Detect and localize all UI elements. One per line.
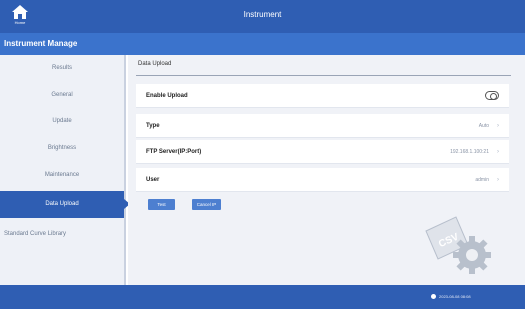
sidebar-item-update[interactable]: Update xyxy=(0,108,124,135)
enable-upload-label: Enable Upload xyxy=(146,92,188,99)
section-title: Instrument Manage xyxy=(4,39,78,48)
csv-gear-icon: CSV xyxy=(425,216,491,274)
ftp-server-value: 192.168.1.100:21 xyxy=(450,148,489,155)
app-title: Instrument xyxy=(243,10,282,19)
ftp-server-label: FTP Server(IP:Port) xyxy=(146,148,202,155)
chevron-right-icon: › xyxy=(497,176,499,183)
user-value: admin xyxy=(475,176,489,183)
enable-upload-row: Enable Upload xyxy=(136,84,509,108)
sidebar: Results General Update Brightness Mainte… xyxy=(0,55,130,285)
section-bar: Instrument Manage xyxy=(0,33,525,55)
sidebar-item-general[interactable]: General xyxy=(0,82,124,109)
status-dot-icon xyxy=(431,294,436,299)
user-label: User xyxy=(146,176,160,183)
top-bar: Home Instrument xyxy=(0,0,525,33)
chevron-right-icon: › xyxy=(497,122,499,129)
sidebar-item-data-upload[interactable]: Data Upload xyxy=(0,190,130,218)
user-row[interactable]: User admin › xyxy=(136,168,509,192)
home-label: Home xyxy=(14,20,26,25)
ftp-server-row[interactable]: FTP Server(IP:Port) 192.168.1.100:21 › xyxy=(136,140,509,164)
enable-upload-toggle[interactable] xyxy=(485,91,499,100)
main-panel: Data Upload Enable Upload Type Auto › FT… xyxy=(128,55,525,285)
panel-title: Data Upload xyxy=(138,61,172,67)
type-row[interactable]: Type Auto › xyxy=(136,114,509,138)
chevron-right-icon: › xyxy=(497,148,499,155)
sidebar-item-brightness[interactable]: Brightness xyxy=(0,135,124,162)
type-label: Type xyxy=(146,122,160,129)
type-value: Auto xyxy=(478,122,489,129)
sidebar-item-maintenance[interactable]: Maintenance xyxy=(0,161,124,188)
panel-divider xyxy=(136,75,511,76)
status-datetime: 2023-08-08 08:08 xyxy=(439,294,471,299)
sidebar-item-results[interactable]: Results xyxy=(0,55,124,82)
test-button[interactable]: Test xyxy=(148,199,175,210)
status-bar: 2023-08-08 08:08 xyxy=(0,285,525,309)
sidebar-item-standard-curve-library[interactable]: Standard Curve Library xyxy=(0,221,124,248)
cancel-ip-button[interactable]: Cancel IP xyxy=(192,199,221,210)
